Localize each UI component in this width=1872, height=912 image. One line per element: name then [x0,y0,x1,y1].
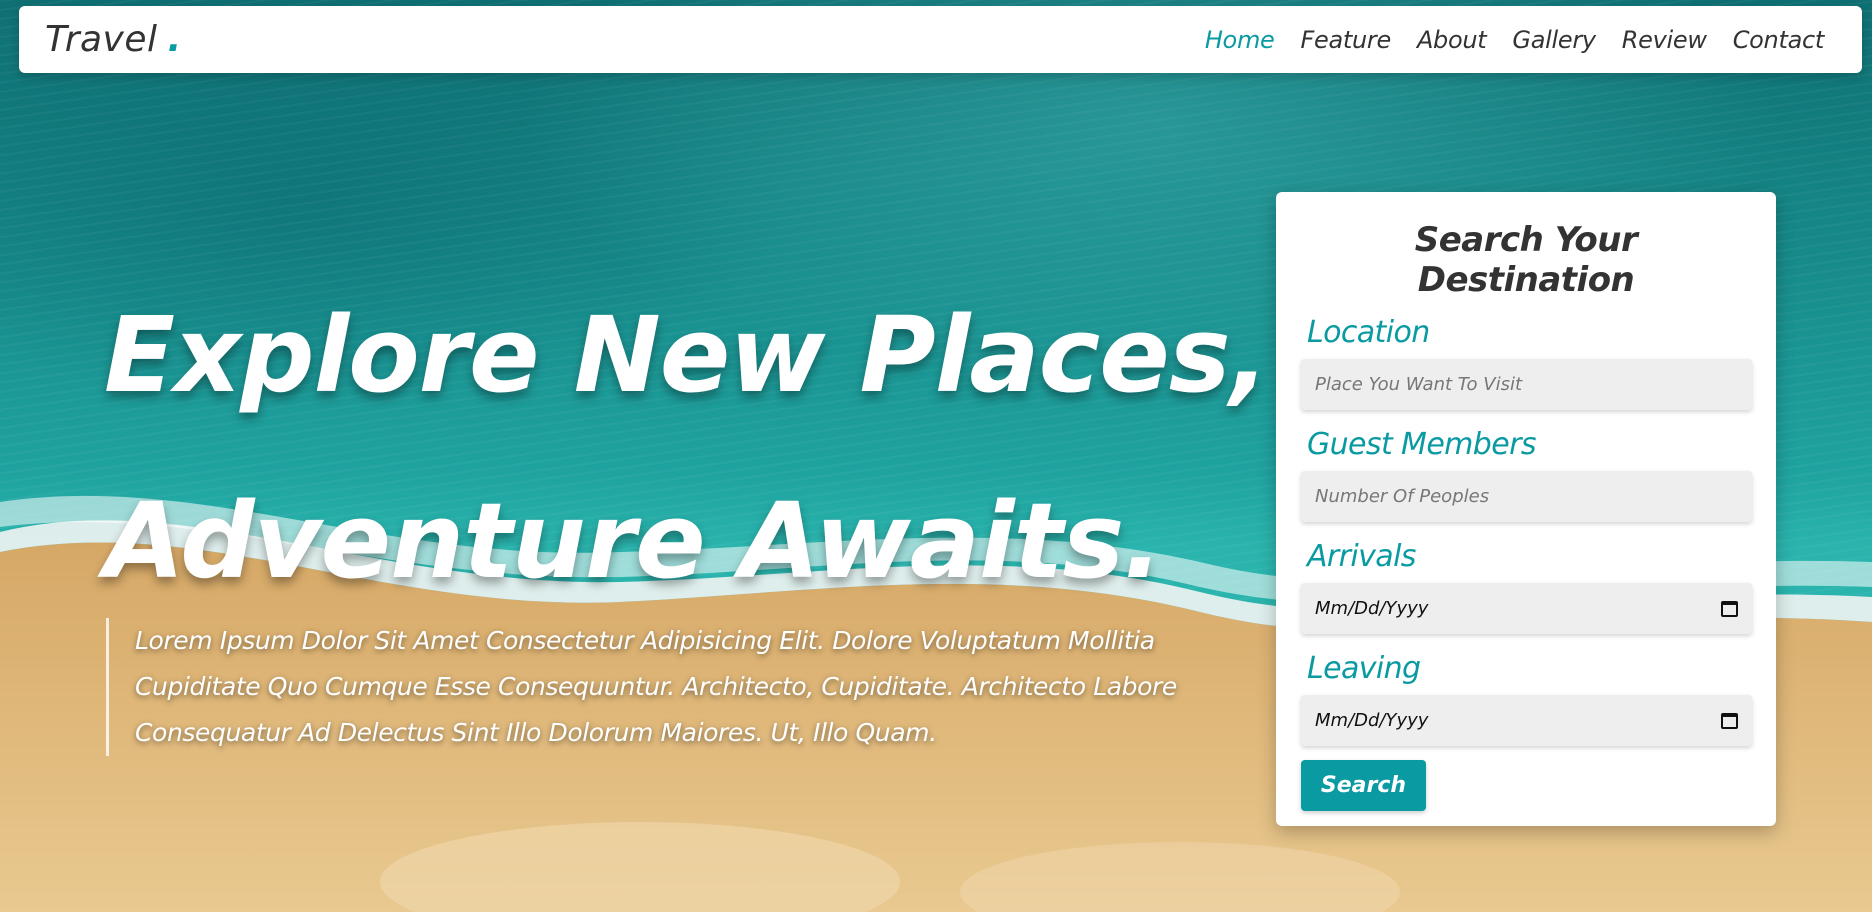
search-button[interactable]: Search [1301,760,1426,811]
destination-search-card: Search Your Destination Location Place Y… [1276,192,1776,826]
nav-about-link[interactable]: About [1417,26,1487,54]
location-input[interactable]: Place You Want To Visit [1301,359,1752,410]
logo-text: Travel [45,19,158,60]
main-nav: Home Feature About Gallery Review Contac… [1179,26,1824,54]
nav-home-link[interactable]: Home [1205,26,1275,54]
nav-gallery-link[interactable]: Gallery [1512,26,1596,54]
leaving-date-value: Mm/Dd/Yyyy [1315,710,1429,731]
hero-heading-line-2: Adventure Awaits. [104,480,1163,602]
arrivals-date-value: Mm/Dd/Yyyy [1315,598,1429,619]
nav-feature-link[interactable]: Feature [1301,26,1392,54]
arrivals-label: Arrivals [1307,539,1416,574]
hero-heading: Explore New Places, Adventure Awaits. [104,262,1284,634]
leaving-date-input[interactable]: Mm/Dd/Yyyy [1301,695,1752,746]
arrivals-date-input[interactable]: Mm/Dd/Yyyy [1301,583,1752,634]
search-card-title: Search Your Destination [1414,220,1638,300]
location-label: Location [1307,315,1430,350]
logo-dot: . [167,19,182,60]
calendar-icon[interactable] [1721,712,1738,729]
nav-review-link[interactable]: Review [1622,26,1707,54]
leaving-label: Leaving [1307,651,1421,686]
guest-members-label: Guest Members [1307,427,1536,462]
calendar-icon[interactable] [1721,600,1738,617]
site-logo[interactable]: Travel . [45,19,182,60]
hero-heading-line-1: Explore New Places, [104,294,1269,416]
guest-members-input[interactable]: Number Of Peoples [1301,471,1752,522]
hero-description: Lorem Ipsum Dolor Sit Amet Consectetur A… [106,618,1182,756]
top-navbar: Travel . Home Feature About Gallery Revi… [19,6,1862,73]
nav-contact-link[interactable]: Contact [1733,26,1825,54]
